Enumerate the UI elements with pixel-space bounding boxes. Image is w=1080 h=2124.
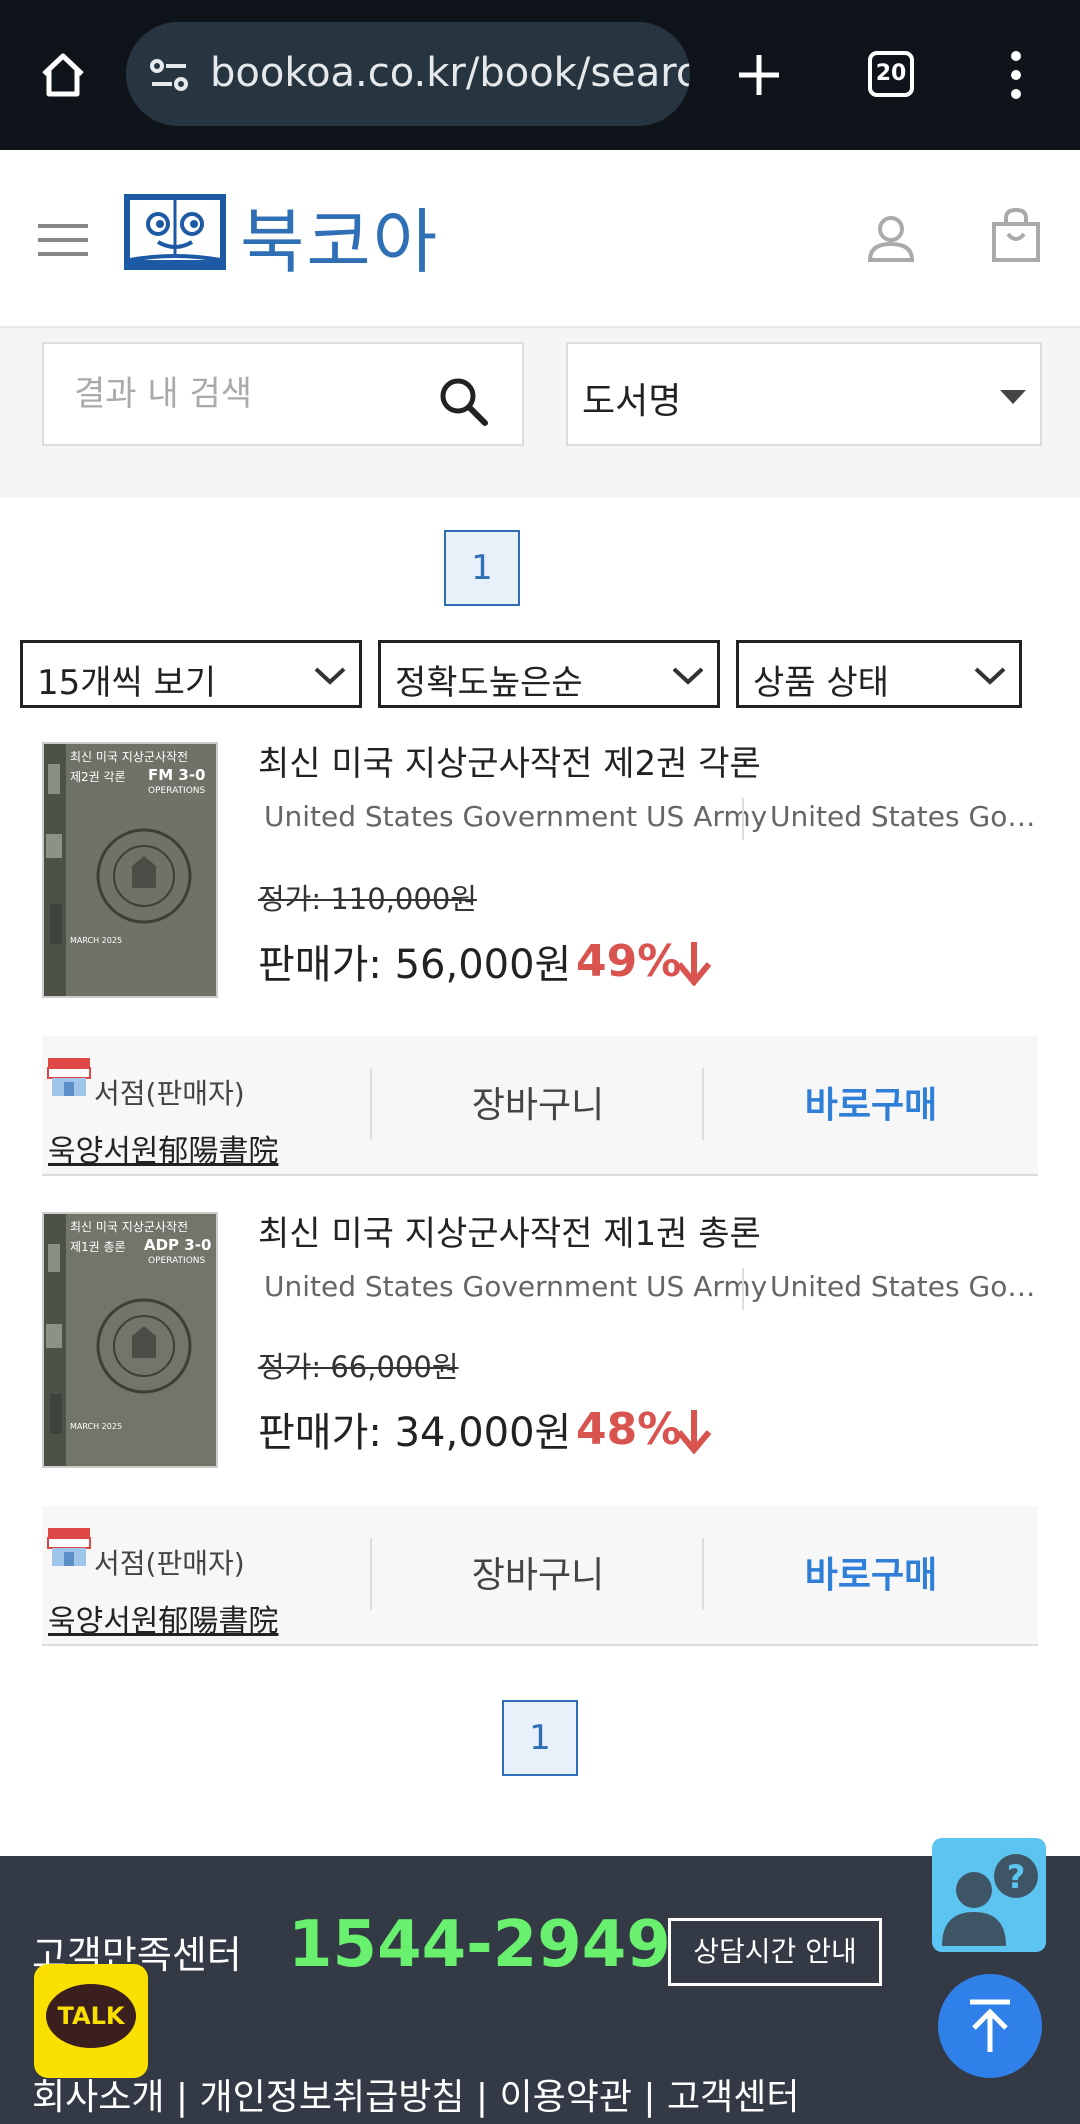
cover-title-line2: 제1권 총론 [70, 1240, 126, 1254]
chevron-down-icon [974, 667, 1006, 685]
customer-center-phone[interactable]: 1544-2949 [288, 1908, 671, 1982]
chevron-down-icon [672, 667, 704, 685]
list-price: 정가: 110,000원 [258, 882, 477, 916]
add-to-cart-button[interactable]: 장바구니 [372, 1076, 704, 1128]
cover-title-line2: 제2권 각론 [70, 770, 126, 784]
store-icon [47, 1058, 91, 1096]
chevron-down-icon [314, 667, 346, 685]
sort-label: 정확도높은순 [395, 663, 583, 703]
arrow-up-icon [970, 1999, 1010, 2052]
svg-text:?: ? [1007, 1858, 1026, 1896]
list-price: 정가: 66,000원 [258, 1350, 459, 1384]
cover-title-line1: 최신 미국 지상군사작전 [70, 750, 189, 764]
home-icon[interactable] [38, 50, 88, 100]
seller-name-link[interactable]: 욱양서원郁陽書院 [48, 1596, 278, 1640]
per-page-label: 15개씩 보기 [37, 663, 217, 703]
book-cover-image[interactable]: 최신 미국 지상군사작전 제1권 총론 ADP 3-0 OPERATIONS M… [42, 1212, 218, 1468]
cover-title-line1: 최신 미국 지상군사작전 [70, 1220, 189, 1234]
url-text: bookoa.co.kr/book/search [210, 50, 690, 96]
product-publisher[interactable]: United States Government US Army [770, 800, 1038, 833]
discount-rate: 48% [576, 1404, 682, 1455]
consultation-hours-button[interactable]: 상담시간 안내 [668, 1918, 882, 1986]
cover-code: ADP 3-0 [144, 1236, 212, 1254]
store-icon [47, 1528, 91, 1566]
product-title[interactable]: 최신 미국 지상군사작전 제2권 각론 [258, 736, 761, 785]
search-section: 도서명 [0, 328, 1080, 498]
product-title[interactable]: 최신 미국 지상군사작전 제1권 총론 [258, 1206, 761, 1255]
result-search-input[interactable] [74, 366, 434, 422]
browser-toolbar: bookoa.co.kr/book/search 20 [0, 0, 1080, 150]
cover-date: MARCH 2025 [70, 1422, 123, 1431]
search-field-value: 도서명 [582, 381, 682, 422]
down-arrow-icon [676, 1410, 712, 1454]
site-footer: 고객만족센터 1544-2949 상담시간 안내 회사소개 | 개인정보취급방침… [0, 1856, 1080, 2124]
dropdown-arrow-icon [1000, 390, 1026, 404]
bookoa-logo-icon[interactable] [124, 194, 226, 270]
user-account-icon[interactable] [866, 214, 916, 264]
book-cover-image[interactable]: 최신 미국 지상군사작전 제2권 각론 FM 3-0 OPERATIONS MA… [42, 742, 218, 998]
help-person-icon: ? [942, 1854, 1038, 1946]
search-icon[interactable] [438, 376, 490, 428]
pagination-page-1-bottom[interactable]: 1 [502, 1700, 578, 1776]
tab-count-button[interactable]: 20 [868, 51, 914, 97]
kakao-talk-label: TALK [46, 1984, 136, 2048]
product-author[interactable]: United States Government US Army [264, 800, 767, 833]
help-chat-button[interactable]: ? [932, 1838, 1046, 1952]
seller-label: 서점(판매자) [94, 1077, 245, 1110]
scroll-to-top-button[interactable] [938, 1974, 1042, 2078]
site-header: 북코아 [0, 150, 1080, 328]
sort-select[interactable]: 정확도높은순 [378, 640, 720, 708]
product-publisher[interactable]: United States Government US Army [770, 1270, 1038, 1303]
pagination-page-1-top[interactable]: 1 [444, 530, 520, 606]
down-arrow-icon [676, 942, 712, 986]
product-action-row: 서점(판매자) 욱양서원郁陽書院 장바구니 바로구매 [42, 1506, 1038, 1646]
hamburger-menu-icon[interactable] [38, 220, 88, 260]
buy-now-button[interactable]: 바로구매 [704, 1546, 1038, 1598]
seller-name-link[interactable]: 욱양서원郁陽書院 [48, 1126, 278, 1170]
logo-text[interactable]: 북코아 [240, 186, 439, 287]
more-options-icon[interactable] [1006, 50, 1026, 100]
shopping-bag-icon[interactable] [990, 206, 1042, 264]
search-field-select[interactable]: 도서명 [566, 342, 1042, 446]
footer-links[interactable]: 회사소개 | 개인정보취급방침 | 이용약관 | 고객센터 [32, 2068, 799, 2120]
address-bar[interactable]: bookoa.co.kr/book/search [126, 22, 690, 126]
new-tab-icon[interactable] [736, 52, 782, 98]
product-action-row: 서점(판매자) 욱양서원郁陽書院 장바구니 바로구매 [42, 1036, 1038, 1176]
author-divider [742, 1268, 744, 1310]
author-divider [742, 798, 744, 840]
seller-label: 서점(판매자) [94, 1547, 245, 1580]
sale-price: 판매가: 56,000원 [258, 942, 572, 988]
site-settings-icon[interactable] [146, 52, 192, 98]
sale-price: 판매가: 34,000원 [258, 1410, 572, 1456]
cover-code: FM 3-0 [148, 766, 206, 784]
per-page-select[interactable]: 15개씩 보기 [20, 640, 362, 708]
buy-now-button[interactable]: 바로구매 [704, 1076, 1038, 1128]
add-to-cart-button[interactable]: 장바구니 [372, 1546, 704, 1598]
product-author[interactable]: United States Government US Army [264, 1270, 767, 1303]
cover-subtitle: OPERATIONS [148, 786, 206, 796]
discount-rate: 49% [576, 936, 682, 987]
condition-select[interactable]: 상품 상태 [736, 640, 1022, 708]
cover-date: MARCH 2025 [70, 936, 123, 945]
result-search-box [42, 342, 524, 446]
kakao-talk-button[interactable]: TALK [34, 1964, 148, 2078]
cover-subtitle: OPERATIONS [148, 1256, 206, 1266]
condition-label: 상품 상태 [753, 663, 889, 703]
